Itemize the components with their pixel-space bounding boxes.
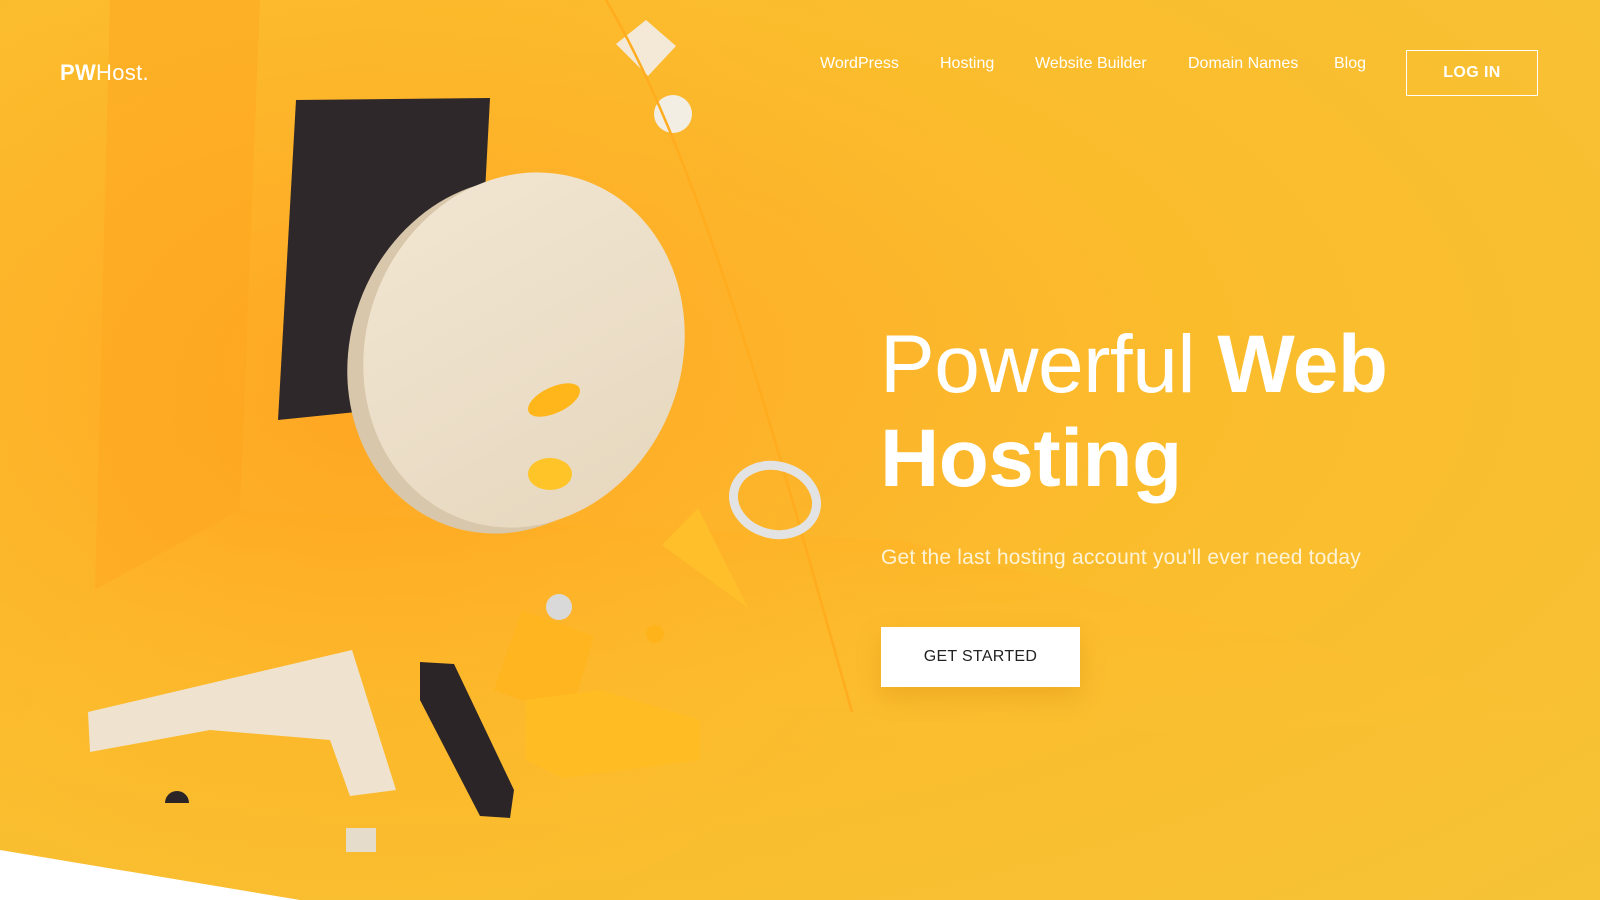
get-started-button[interactable]: GET STARTED [881, 627, 1080, 687]
nav-item-wordpress[interactable]: WordPress [820, 55, 899, 73]
nav-item-domain-names[interactable]: Domain Names [1188, 55, 1298, 73]
login-button[interactable]: LOG IN [1406, 50, 1538, 96]
nav-item-website-builder[interactable]: Website Builder [1035, 55, 1147, 73]
floating-sphere [654, 95, 692, 133]
yellow-dot [646, 625, 664, 643]
yellow-cylinder [528, 458, 572, 490]
logo-bold: PW [60, 60, 97, 85]
headline-bold-web: Web [1217, 319, 1388, 410]
logo-rest: Host. [96, 60, 149, 85]
nav-item-blog[interactable]: Blog [1334, 55, 1366, 73]
hero-subtitle: Get the last hosting account you'll ever… [881, 546, 1362, 569]
nav-item-hosting[interactable]: Hosting [940, 55, 994, 73]
tiny-cube [346, 828, 376, 852]
logo[interactable]: PWHost. [60, 60, 149, 86]
headline-bold-hosting: Hosting [880, 413, 1182, 504]
silver-ball [546, 594, 572, 620]
hero-headline: Powerful Web Hosting [880, 318, 1388, 506]
hero-section: PWHost. WordPress Hosting Website Builde… [0, 0, 1600, 900]
headline-light: Powerful [880, 319, 1196, 410]
